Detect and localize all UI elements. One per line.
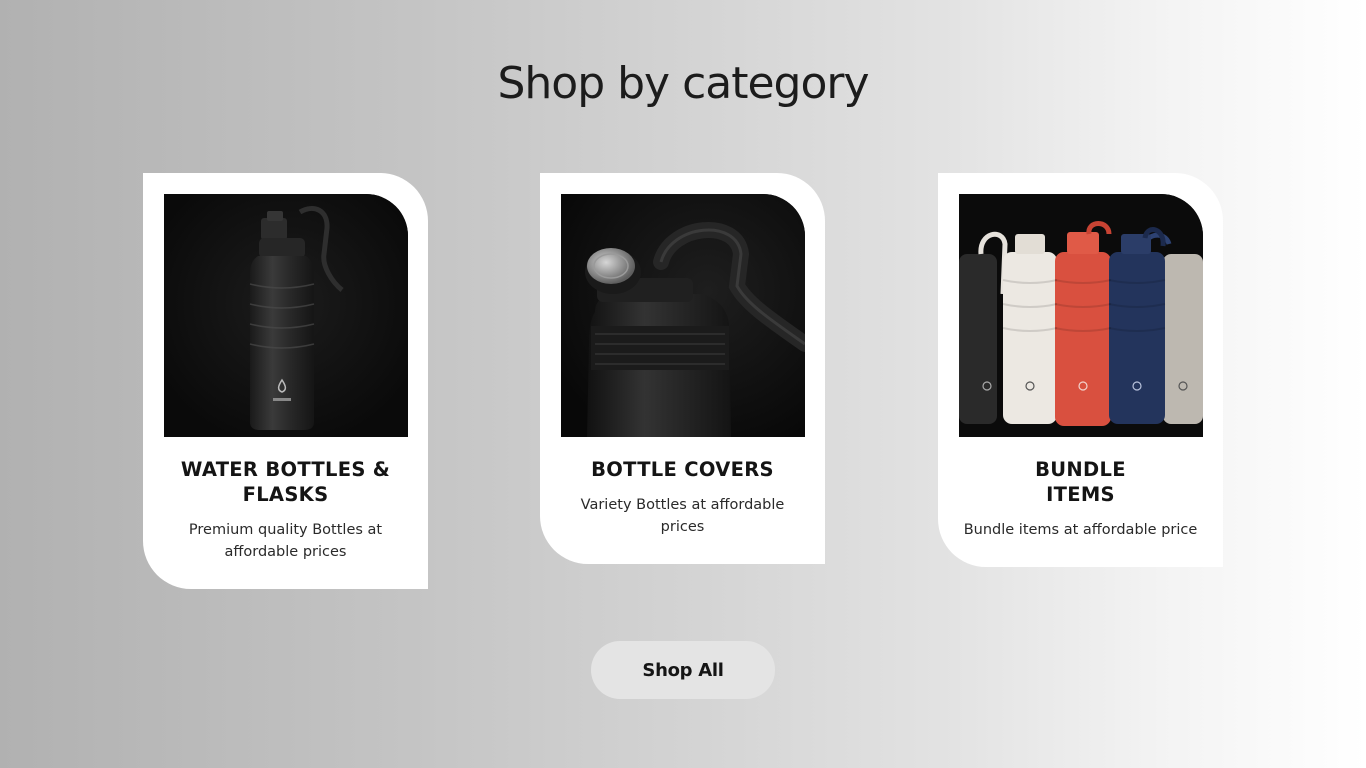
- category-card-bottle-covers[interactable]: BOTTLE COVERS Variety Bottles at afforda…: [540, 173, 825, 564]
- shop-all-button[interactable]: Shop All: [591, 641, 775, 699]
- category-card-bundle-items[interactable]: BUNDLE ITEMS Bundle items at affordable …: [938, 173, 1223, 567]
- category-title[interactable]: WATER BOTTLES & FLASKS: [163, 457, 408, 507]
- category-description: Variety Bottles at affordable prices: [580, 497, 785, 535]
- category-image-water-bottles[interactable]: [163, 194, 408, 437]
- category-title[interactable]: BOTTLE COVERS: [560, 457, 805, 482]
- category-card-water-bottles[interactable]: WATER BOTTLES & FLASKS Premium quality B…: [143, 173, 428, 589]
- category-title[interactable]: BUNDLE ITEMS: [958, 457, 1203, 507]
- bottle-bundle-icon: [958, 194, 1203, 437]
- category-description: Premium quality Bottles at affordable pr…: [188, 522, 383, 560]
- section-title: Shop by category: [497, 58, 869, 109]
- bottle-cap-icon: [560, 194, 805, 437]
- category-description: Bundle items at affordable price: [963, 522, 1198, 538]
- black-water-bottle-icon: [163, 194, 408, 437]
- category-image-bundle-items[interactable]: [958, 194, 1203, 437]
- category-image-bottle-covers[interactable]: [560, 194, 805, 437]
